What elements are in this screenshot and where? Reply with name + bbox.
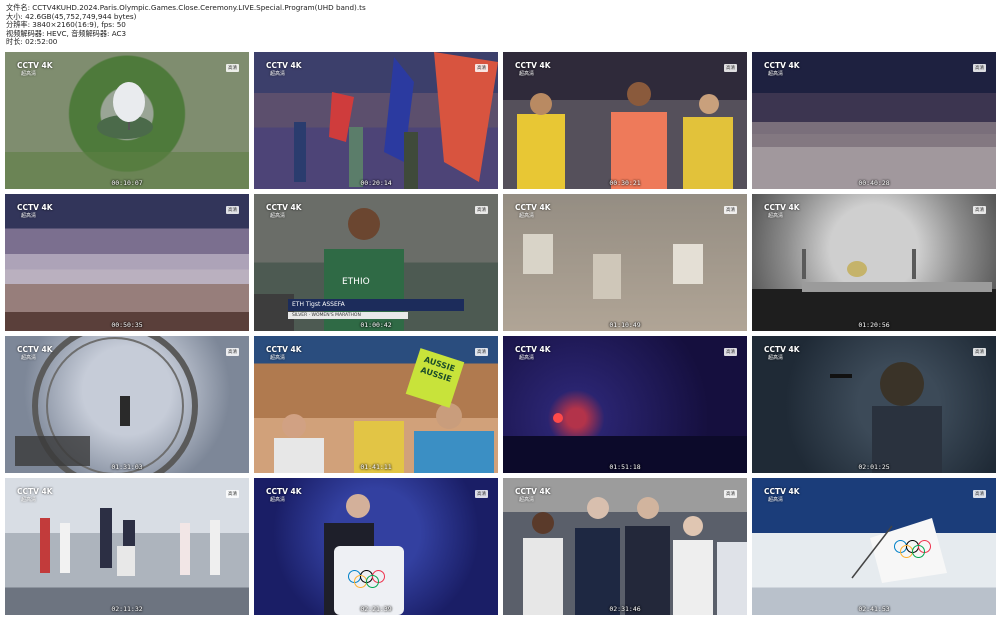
timestamp: 01:20:56 — [858, 321, 890, 329]
thumbnail[interactable]: CCTV 4K 超高清 高清 02:41:53 — [752, 478, 996, 615]
timestamp: 02:41:53 — [858, 605, 890, 613]
channel-logo: CCTV 4K 超高清 — [17, 345, 53, 362]
svg-text:ETHIO: ETHIO — [342, 277, 370, 287]
timestamp: 00:10:07 — [111, 179, 143, 187]
timestamp: 02:31:46 — [609, 605, 641, 613]
channel-logo: CCTV 4K 超高清 — [515, 487, 551, 504]
channel-logo: CCTV 4K 超高清 — [266, 345, 302, 362]
thumbnail[interactable]: AUSSIE AUSSIE CCTV 4K 超高清 高清 01:41:11 — [254, 336, 498, 473]
channel-logo: CCTV 4K 超高清 — [764, 345, 800, 362]
thumbnail[interactable]: CCTV 4K 超高清 高清 00:10:07 — [5, 52, 249, 189]
hd-badge: 高清 — [973, 64, 986, 72]
hd-badge: 高清 — [724, 64, 737, 72]
timestamp: 02:01:25 — [858, 463, 890, 471]
hd-badge: 高清 — [475, 490, 488, 498]
timestamp: 00:20:14 — [360, 179, 392, 187]
channel-logo: CCTV 4K 超高清 — [764, 487, 800, 504]
channel-logo: CCTV 4K 超高清 — [764, 203, 800, 220]
thumbnail[interactable]: ETHIO ETH Tigst ASSEFA SILVER · WOMEN'S … — [254, 194, 498, 331]
hd-badge: 高清 — [226, 348, 239, 356]
hd-badge: 高清 — [226, 206, 239, 214]
athlete-subcaption: SILVER · WOMEN'S MARATHON — [288, 312, 408, 319]
hd-badge: 高清 — [973, 490, 986, 498]
thumbnail[interactable]: CCTV 4K 超高清 高清 00:30:21 — [503, 52, 747, 189]
olympic-rings-icon — [348, 570, 386, 588]
timestamp: 01:31:03 — [111, 463, 143, 471]
hd-badge: 高清 — [475, 64, 488, 72]
channel-logo: CCTV 4K 超高清 — [764, 61, 800, 78]
thumbnail[interactable]: CCTV 4K 超高清 高清 02:31:46 — [503, 478, 747, 615]
duration: 时长: 02:52:00 — [6, 37, 58, 47]
channel-logo: CCTV 4K 超高清 — [17, 487, 53, 504]
thumbnail[interactable]: CCTV 4K 超高清 高清 02:21:39 — [254, 478, 498, 615]
timestamp: 01:00:42 — [360, 321, 392, 329]
channel-logo: CCTV 4K 超高清 — [515, 61, 551, 78]
channel-logo: CCTV 4K 超高清 — [266, 61, 302, 78]
file-info: 文件名: CCTV4KUHD.2024.Paris.Olympic.Games.… — [6, 3, 366, 47]
channel-logo: CCTV 4K 超高清 — [17, 61, 53, 78]
timestamp: 01:10:49 — [609, 321, 641, 329]
timestamp: 00:30:21 — [609, 179, 641, 187]
channel-logo: CCTV 4K 超高清 — [515, 203, 551, 220]
timestamp: 02:11:32 — [111, 605, 143, 613]
hd-badge: 高清 — [973, 348, 986, 356]
codec-info: 视频解码器: HEVC, 音频解码器: AC3 — [6, 28, 127, 38]
channel-logo: CCTV 4K 超高清 — [266, 487, 302, 504]
thumbnail[interactable]: CCTV 4K 超高清 高清 01:10:49 — [503, 194, 747, 331]
thumbnail[interactable]: CCTV 4K 超高清 高清 01:51:18 — [503, 336, 747, 473]
thumbnail[interactable]: CCTV 4K 超高清 高清 02:01:25 — [752, 336, 996, 473]
hd-badge: 高清 — [226, 490, 239, 498]
timestamp: 02:21:39 — [360, 605, 392, 613]
olympic-rings-icon — [894, 540, 932, 558]
thumbnail[interactable]: CCTV 4K 超高清 高清 00:20:14 — [254, 52, 498, 189]
thumbnail[interactable]: CCTV 4K 超高清 高清 01:31:03 — [5, 336, 249, 473]
channel-logo: CCTV 4K 超高清 — [515, 345, 551, 362]
thumbnail[interactable]: CCTV 4K 超高清 高清 02:11:32 — [5, 478, 249, 615]
channel-logo: CCTV 4K 超高清 — [17, 203, 53, 220]
hd-badge: 高清 — [724, 206, 737, 214]
hd-badge: 高清 — [475, 348, 488, 356]
hd-badge: 高清 — [724, 348, 737, 356]
thumbnail-grid: CCTV 4K 超高清 高清 00:10:07 CCTV 4K 超高清 高清 00:… — [5, 52, 996, 616]
timestamp: 01:51:18 — [609, 463, 641, 471]
hd-badge: 高清 — [475, 206, 488, 214]
athlete-caption: ETH Tigst ASSEFA — [288, 299, 464, 311]
timestamp: 00:40:28 — [858, 179, 890, 187]
thumbnail[interactable]: CCTV 4K 超高清 高清 01:20:56 — [752, 194, 996, 331]
hd-badge: 高清 — [973, 206, 986, 214]
hd-badge: 高清 — [724, 490, 737, 498]
hd-badge: 高清 — [226, 64, 239, 72]
timestamp: 01:41:11 — [360, 463, 392, 471]
timestamp: 00:50:35 — [111, 321, 143, 329]
thumbnail[interactable]: CCTV 4K 超高清 高清 00:40:28 — [752, 52, 996, 189]
channel-logo: CCTV 4K 超高清 — [266, 203, 302, 220]
thumbnail[interactable]: CCTV 4K 超高清 高清 00:50:35 — [5, 194, 249, 331]
